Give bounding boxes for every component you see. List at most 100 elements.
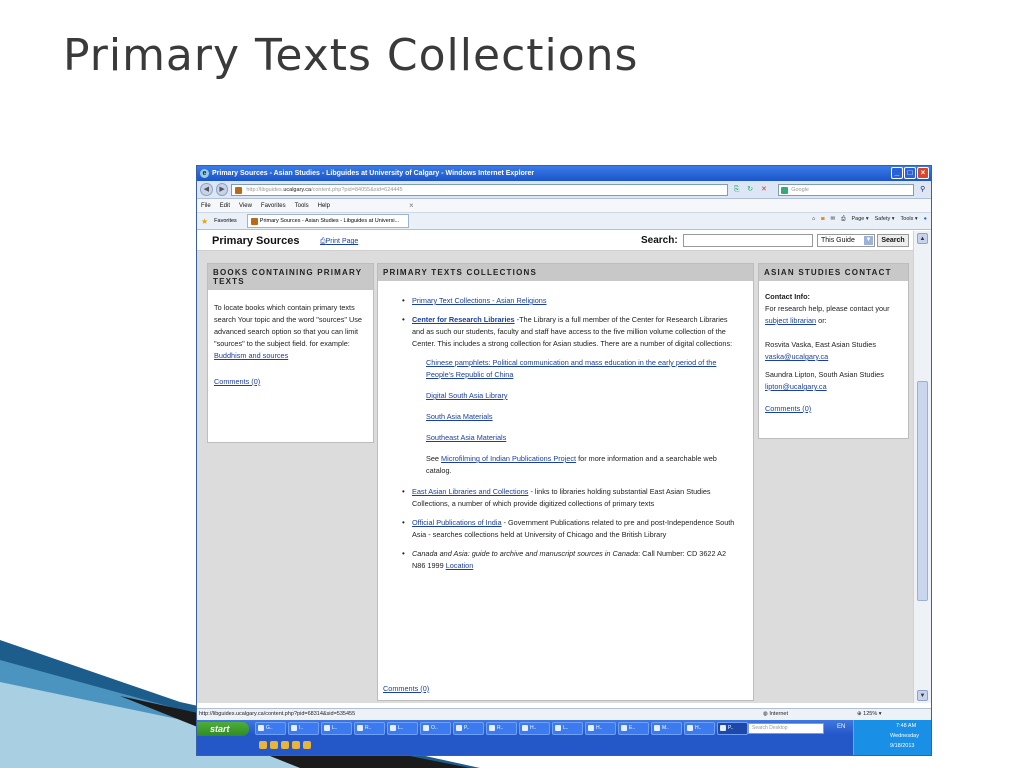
home-icon[interactable]: ⌂	[812, 216, 815, 223]
clock-date: 9/18/2013	[890, 743, 915, 749]
email1-link[interactable]: vaska@ucalgary.ca	[765, 352, 828, 361]
quick-launch-icon[interactable]	[259, 741, 267, 749]
desktop-search-input[interactable]: Search Desktop	[748, 723, 824, 734]
help-icon[interactable]: ●	[924, 216, 927, 223]
search-button[interactable]: Search	[877, 234, 909, 247]
books-box: BOOKS CONTAINING PRIMARY TEXTS To locate…	[207, 263, 374, 443]
quick-launch-icon[interactable]	[281, 741, 289, 749]
canada-asia-title: Canada and Asia: guide to archive and ma…	[412, 549, 639, 558]
tab-title: Primary Sources - Asian Studies - Libgui…	[259, 218, 400, 224]
sub-item: Digital South Asia Library	[426, 390, 727, 402]
quick-launch-icon[interactable]	[292, 741, 300, 749]
stop-icon[interactable]: ✕	[759, 184, 770, 195]
taskbar-item[interactable]: R..	[486, 722, 517, 735]
mail-icon[interactable]: ✉	[830, 216, 835, 223]
task-buttons: G.. I.. L.. R.. L.. O.. P.. R.. H.. L.. …	[255, 722, 748, 735]
menu-tools[interactable]: Tools	[295, 203, 309, 209]
list-item: • Official Publications of India - Govern…	[402, 518, 735, 539]
menu-file[interactable]: File	[201, 203, 211, 209]
guide-search-input[interactable]	[683, 234, 813, 247]
list-item: • Center for Research Libraries -The Libr…	[402, 315, 733, 348]
taskbar-item[interactable]: E..	[618, 722, 649, 735]
zoom-level[interactable]: ⊕ 125% ▾	[857, 709, 882, 720]
microfilm-prefix: See	[426, 454, 442, 463]
menu-view[interactable]: View	[239, 203, 252, 209]
back-button[interactable]: ◀	[200, 183, 213, 196]
collections-box: PRIMARY TEXTS COLLECTIONS • Primary Text …	[377, 263, 754, 701]
buddhism-sources-link[interactable]: Buddhism and sources	[214, 351, 288, 360]
search-scope-select[interactable]: This Guide ▼	[817, 234, 875, 247]
address-bar: ◀ ▶ http://libguides.ucalgary.ca/content…	[197, 181, 931, 199]
taskbar-item[interactable]: O..	[420, 722, 451, 735]
taskbar-item[interactable]: G..	[255, 722, 286, 735]
search-go-icon[interactable]: ⚲	[917, 184, 928, 195]
taskbar-item[interactable]: R..	[354, 722, 385, 735]
print-page-link[interactable]: ⎙Print Page	[320, 238, 358, 246]
compat-view-icon[interactable]: ⎘	[731, 184, 742, 195]
url-field[interactable]: http://libguides.ucalgary.ca/content.php…	[231, 183, 729, 196]
refresh-icon[interactable]: ↻	[745, 184, 756, 195]
menu-help[interactable]: Help	[318, 203, 330, 209]
taskbar-item-active[interactable]: P..	[717, 722, 748, 735]
scroll-down-icon[interactable]: ▼	[917, 690, 928, 701]
taskbar-item[interactable]: P..	[453, 722, 484, 735]
close-toolbar-icon[interactable]: ×	[409, 201, 414, 210]
east-asian-libraries-link[interactable]: East Asian Libraries and Collections	[412, 487, 528, 496]
quick-launch-icon[interactable]	[270, 741, 278, 749]
scroll-thumb[interactable]	[917, 381, 928, 601]
safety-menu[interactable]: Safety ▾	[875, 216, 895, 223]
scroll-up-icon[interactable]: ▲	[917, 233, 928, 244]
email2-link[interactable]: lipton@ucalgary.ca	[765, 382, 827, 391]
taskbar-item[interactable]: H..	[684, 722, 715, 735]
quick-launch-icon[interactable]	[303, 741, 311, 749]
zone-label: Internet	[769, 711, 788, 717]
rss-icon[interactable]: ◙	[821, 216, 824, 223]
taskbar-item[interactable]: H..	[519, 722, 550, 735]
google-icon	[781, 186, 789, 194]
menu-edit[interactable]: Edit	[220, 203, 230, 209]
browser-tab[interactable]: Primary Sources - Asian Studies - Libgui…	[246, 214, 409, 228]
taskbar-item[interactable]: L..	[387, 722, 418, 735]
list-item: • East Asian Libraries and Collections - …	[402, 487, 711, 508]
system-tray: 7:48 AM Wednesday 9/18/2013	[853, 720, 931, 755]
taskbar-item[interactable]: H..	[585, 722, 616, 735]
url-prefix: http://libguides.	[246, 186, 284, 193]
forward-button[interactable]: ▶	[215, 183, 229, 196]
search-label: Search:	[641, 235, 678, 246]
location-link[interactable]: Location	[446, 561, 474, 570]
start-button[interactable]: start	[197, 722, 249, 736]
taskbar-item[interactable]: I..	[288, 722, 319, 735]
clock-time[interactable]: 7:48 AM	[896, 723, 916, 729]
close-button[interactable]: ×	[917, 167, 929, 179]
tab-favicon-icon	[250, 218, 258, 225]
minimize-button[interactable]: _	[891, 167, 903, 179]
taskbar-item[interactable]: L..	[552, 722, 583, 735]
contact-text: For research help, please contact your	[765, 304, 890, 313]
asian-religions-link[interactable]: Primary Text Collections - Asian Religio…	[412, 296, 547, 305]
favorites-button[interactable]: Favorites	[214, 218, 237, 224]
security-zone: ◍ Internet	[763, 709, 788, 720]
menu-favorites[interactable]: Favorites	[261, 203, 286, 209]
site-favicon-icon	[235, 186, 243, 194]
page-menu[interactable]: Page ▾	[852, 216, 869, 223]
vertical-scrollbar[interactable]: ▲ ▼	[913, 231, 931, 703]
web-search-input[interactable]: Google	[778, 183, 915, 196]
comments-link[interactable]: Comments (0)	[383, 684, 429, 693]
print-icon[interactable]: ⎙	[841, 216, 845, 223]
southeast-asia-materials-link[interactable]: Southeast Asia Materials	[426, 433, 506, 442]
window-titlebar: e Primary Sources - Asian Studies - Libg…	[197, 166, 931, 181]
microfilming-link[interactable]: Microfilming of Indian Publications Proj…	[441, 454, 576, 463]
tools-menu[interactable]: Tools ▾	[901, 216, 918, 223]
maximize-button[interactable]: □	[904, 167, 916, 179]
crl-link[interactable]: Center for Research Libraries	[412, 315, 515, 324]
digital-south-asia-link[interactable]: Digital South Asia Library	[426, 391, 508, 400]
south-asia-materials-link[interactable]: South Asia Materials	[426, 412, 493, 421]
chinese-pamphlets-link[interactable]: Chinese pamphlets: Political communicati…	[426, 358, 716, 379]
taskbar-item[interactable]: M..	[651, 722, 682, 735]
taskbar-item[interactable]: L..	[321, 722, 352, 735]
language-indicator[interactable]: EN	[837, 724, 845, 730]
comments-link[interactable]: Comments (0)	[214, 377, 260, 386]
comments-link[interactable]: Comments (0)	[765, 404, 811, 413]
official-publications-link[interactable]: Official Publications of India	[412, 518, 502, 527]
subject-librarian-link[interactable]: subject librarian	[765, 316, 816, 325]
